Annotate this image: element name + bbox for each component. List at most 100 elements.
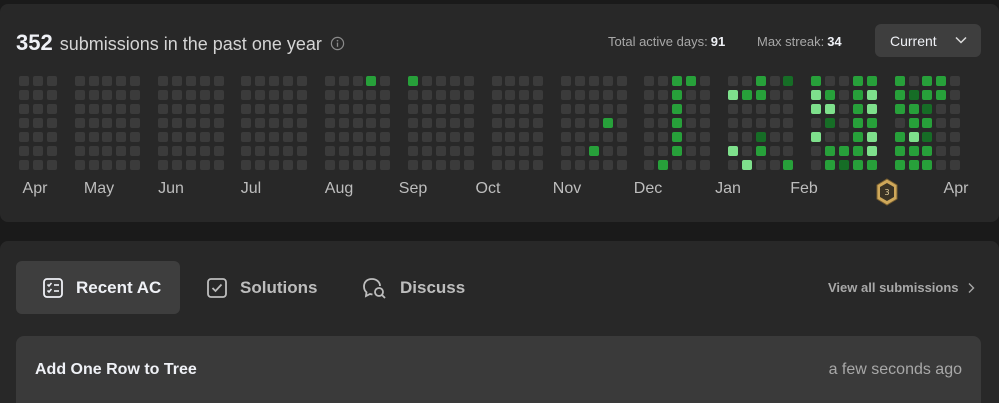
heatmap-cell[interactable] <box>505 132 515 142</box>
heatmap-cell[interactable] <box>686 132 696 142</box>
heatmap-cell[interactable] <box>380 118 390 128</box>
heatmap-cell[interactable] <box>742 160 752 170</box>
heatmap-cell[interactable] <box>283 90 293 100</box>
heatmap-cell[interactable] <box>658 132 668 142</box>
heatmap-cell[interactable] <box>644 118 654 128</box>
heatmap-cell[interactable] <box>47 118 57 128</box>
heatmap-cell[interactable] <box>575 90 585 100</box>
heatmap-cell[interactable] <box>728 160 738 170</box>
heatmap-cell[interactable] <box>214 146 224 156</box>
heatmap-cell[interactable] <box>895 118 905 128</box>
heatmap-cell[interactable] <box>353 160 363 170</box>
heatmap-cell[interactable] <box>116 160 126 170</box>
heatmap-cell[interactable] <box>825 90 835 100</box>
heatmap-cell[interactable] <box>214 160 224 170</box>
heatmap-cell[interactable] <box>644 132 654 142</box>
heatmap-cell[interactable] <box>464 104 474 114</box>
heatmap-cell[interactable] <box>380 132 390 142</box>
heatmap-cell[interactable] <box>47 146 57 156</box>
heatmap-cell[interactable] <box>422 104 432 114</box>
heatmap-cell[interactable] <box>950 160 960 170</box>
heatmap-cell[interactable] <box>728 146 738 156</box>
heatmap-cell[interactable] <box>603 104 613 114</box>
heatmap-cell[interactable] <box>255 76 265 86</box>
heatmap-cell[interactable] <box>658 76 668 86</box>
heatmap-cell[interactable] <box>436 118 446 128</box>
heatmap-cell[interactable] <box>33 76 43 86</box>
heatmap-cell[interactable] <box>464 146 474 156</box>
heatmap-cell[interactable] <box>825 146 835 156</box>
heatmap-cell[interactable] <box>672 146 682 156</box>
heatmap-cell[interactable] <box>742 104 752 114</box>
heatmap-cell[interactable] <box>895 104 905 114</box>
heatmap-cell[interactable] <box>450 146 460 156</box>
heatmap-cell[interactable] <box>700 160 710 170</box>
heatmap-cell[interactable] <box>33 160 43 170</box>
heatmap-cell[interactable] <box>214 76 224 86</box>
heatmap-cell[interactable] <box>130 146 140 156</box>
heatmap-cell[interactable] <box>116 90 126 100</box>
heatmap-cell[interactable] <box>867 118 877 128</box>
heatmap-cell[interactable] <box>505 104 515 114</box>
heatmap-cell[interactable] <box>811 160 821 170</box>
heatmap-cell[interactable] <box>283 132 293 142</box>
heatmap-cell[interactable] <box>811 146 821 156</box>
heatmap-cell[interactable] <box>339 160 349 170</box>
heatmap-cell[interactable] <box>589 90 599 100</box>
heatmap-cell[interactable] <box>644 76 654 86</box>
heatmap-cell[interactable] <box>867 76 877 86</box>
heatmap-cell[interactable] <box>366 76 376 86</box>
heatmap-cell[interactable] <box>533 160 543 170</box>
heatmap-cell[interactable] <box>89 132 99 142</box>
heatmap-cell[interactable] <box>811 118 821 128</box>
heatmap-cell[interactable] <box>130 76 140 86</box>
heatmap-cell[interactable] <box>686 160 696 170</box>
heatmap-cell[interactable] <box>825 160 835 170</box>
heatmap-cell[interactable] <box>770 90 780 100</box>
heatmap-cell[interactable] <box>672 104 682 114</box>
heatmap-cell[interactable] <box>380 76 390 86</box>
heatmap-cell[interactable] <box>19 76 29 86</box>
heatmap-cell[interactable] <box>658 90 668 100</box>
heatmap-cell[interactable] <box>728 132 738 142</box>
heatmap-cell[interactable] <box>353 104 363 114</box>
heatmap-cell[interactable] <box>33 104 43 114</box>
heatmap-cell[interactable] <box>505 90 515 100</box>
heatmap-cell[interactable] <box>172 118 182 128</box>
heatmap-cell[interactable] <box>255 104 265 114</box>
heatmap-cell[interactable] <box>366 146 376 156</box>
heatmap-cell[interactable] <box>839 118 849 128</box>
heatmap-cell[interactable] <box>658 160 668 170</box>
heatmap-cell[interactable] <box>922 146 932 156</box>
heatmap-cell[interactable] <box>742 146 752 156</box>
heatmap-cell[interactable] <box>186 146 196 156</box>
heatmap-cell[interactable] <box>269 160 279 170</box>
heatmap-cell[interactable] <box>492 118 502 128</box>
heatmap-cell[interactable] <box>75 104 85 114</box>
heatmap-cell[interactable] <box>172 90 182 100</box>
heatmap-cell[interactable] <box>533 146 543 156</box>
heatmap-cell[interactable] <box>214 104 224 114</box>
heatmap-cell[interactable] <box>617 146 627 156</box>
heatmap-cell[interactable] <box>436 104 446 114</box>
heatmap-cell[interactable] <box>200 146 210 156</box>
heatmap-cell[interactable] <box>686 118 696 128</box>
heatmap-cell[interactable] <box>158 146 168 156</box>
heatmap-cell[interactable] <box>617 104 627 114</box>
problem-title[interactable]: Add One Row to Tree <box>35 361 197 379</box>
heatmap-cell[interactable] <box>825 76 835 86</box>
heatmap-cell[interactable] <box>408 90 418 100</box>
view-all-submissions-link[interactable]: View all submissions <box>828 280 975 295</box>
heatmap-cell[interactable] <box>644 160 654 170</box>
heatmap-cell[interactable] <box>770 160 780 170</box>
heatmap-cell[interactable] <box>33 118 43 128</box>
heatmap-cell[interactable] <box>241 160 251 170</box>
heatmap-cell[interactable] <box>19 118 29 128</box>
heatmap-cell[interactable] <box>853 160 863 170</box>
heatmap-cell[interactable] <box>116 104 126 114</box>
heatmap-cell[interactable] <box>936 76 946 86</box>
heatmap-cell[interactable] <box>909 104 919 114</box>
heatmap-cell[interactable] <box>297 160 307 170</box>
heatmap-cell[interactable] <box>269 132 279 142</box>
heatmap-cell[interactable] <box>561 132 571 142</box>
